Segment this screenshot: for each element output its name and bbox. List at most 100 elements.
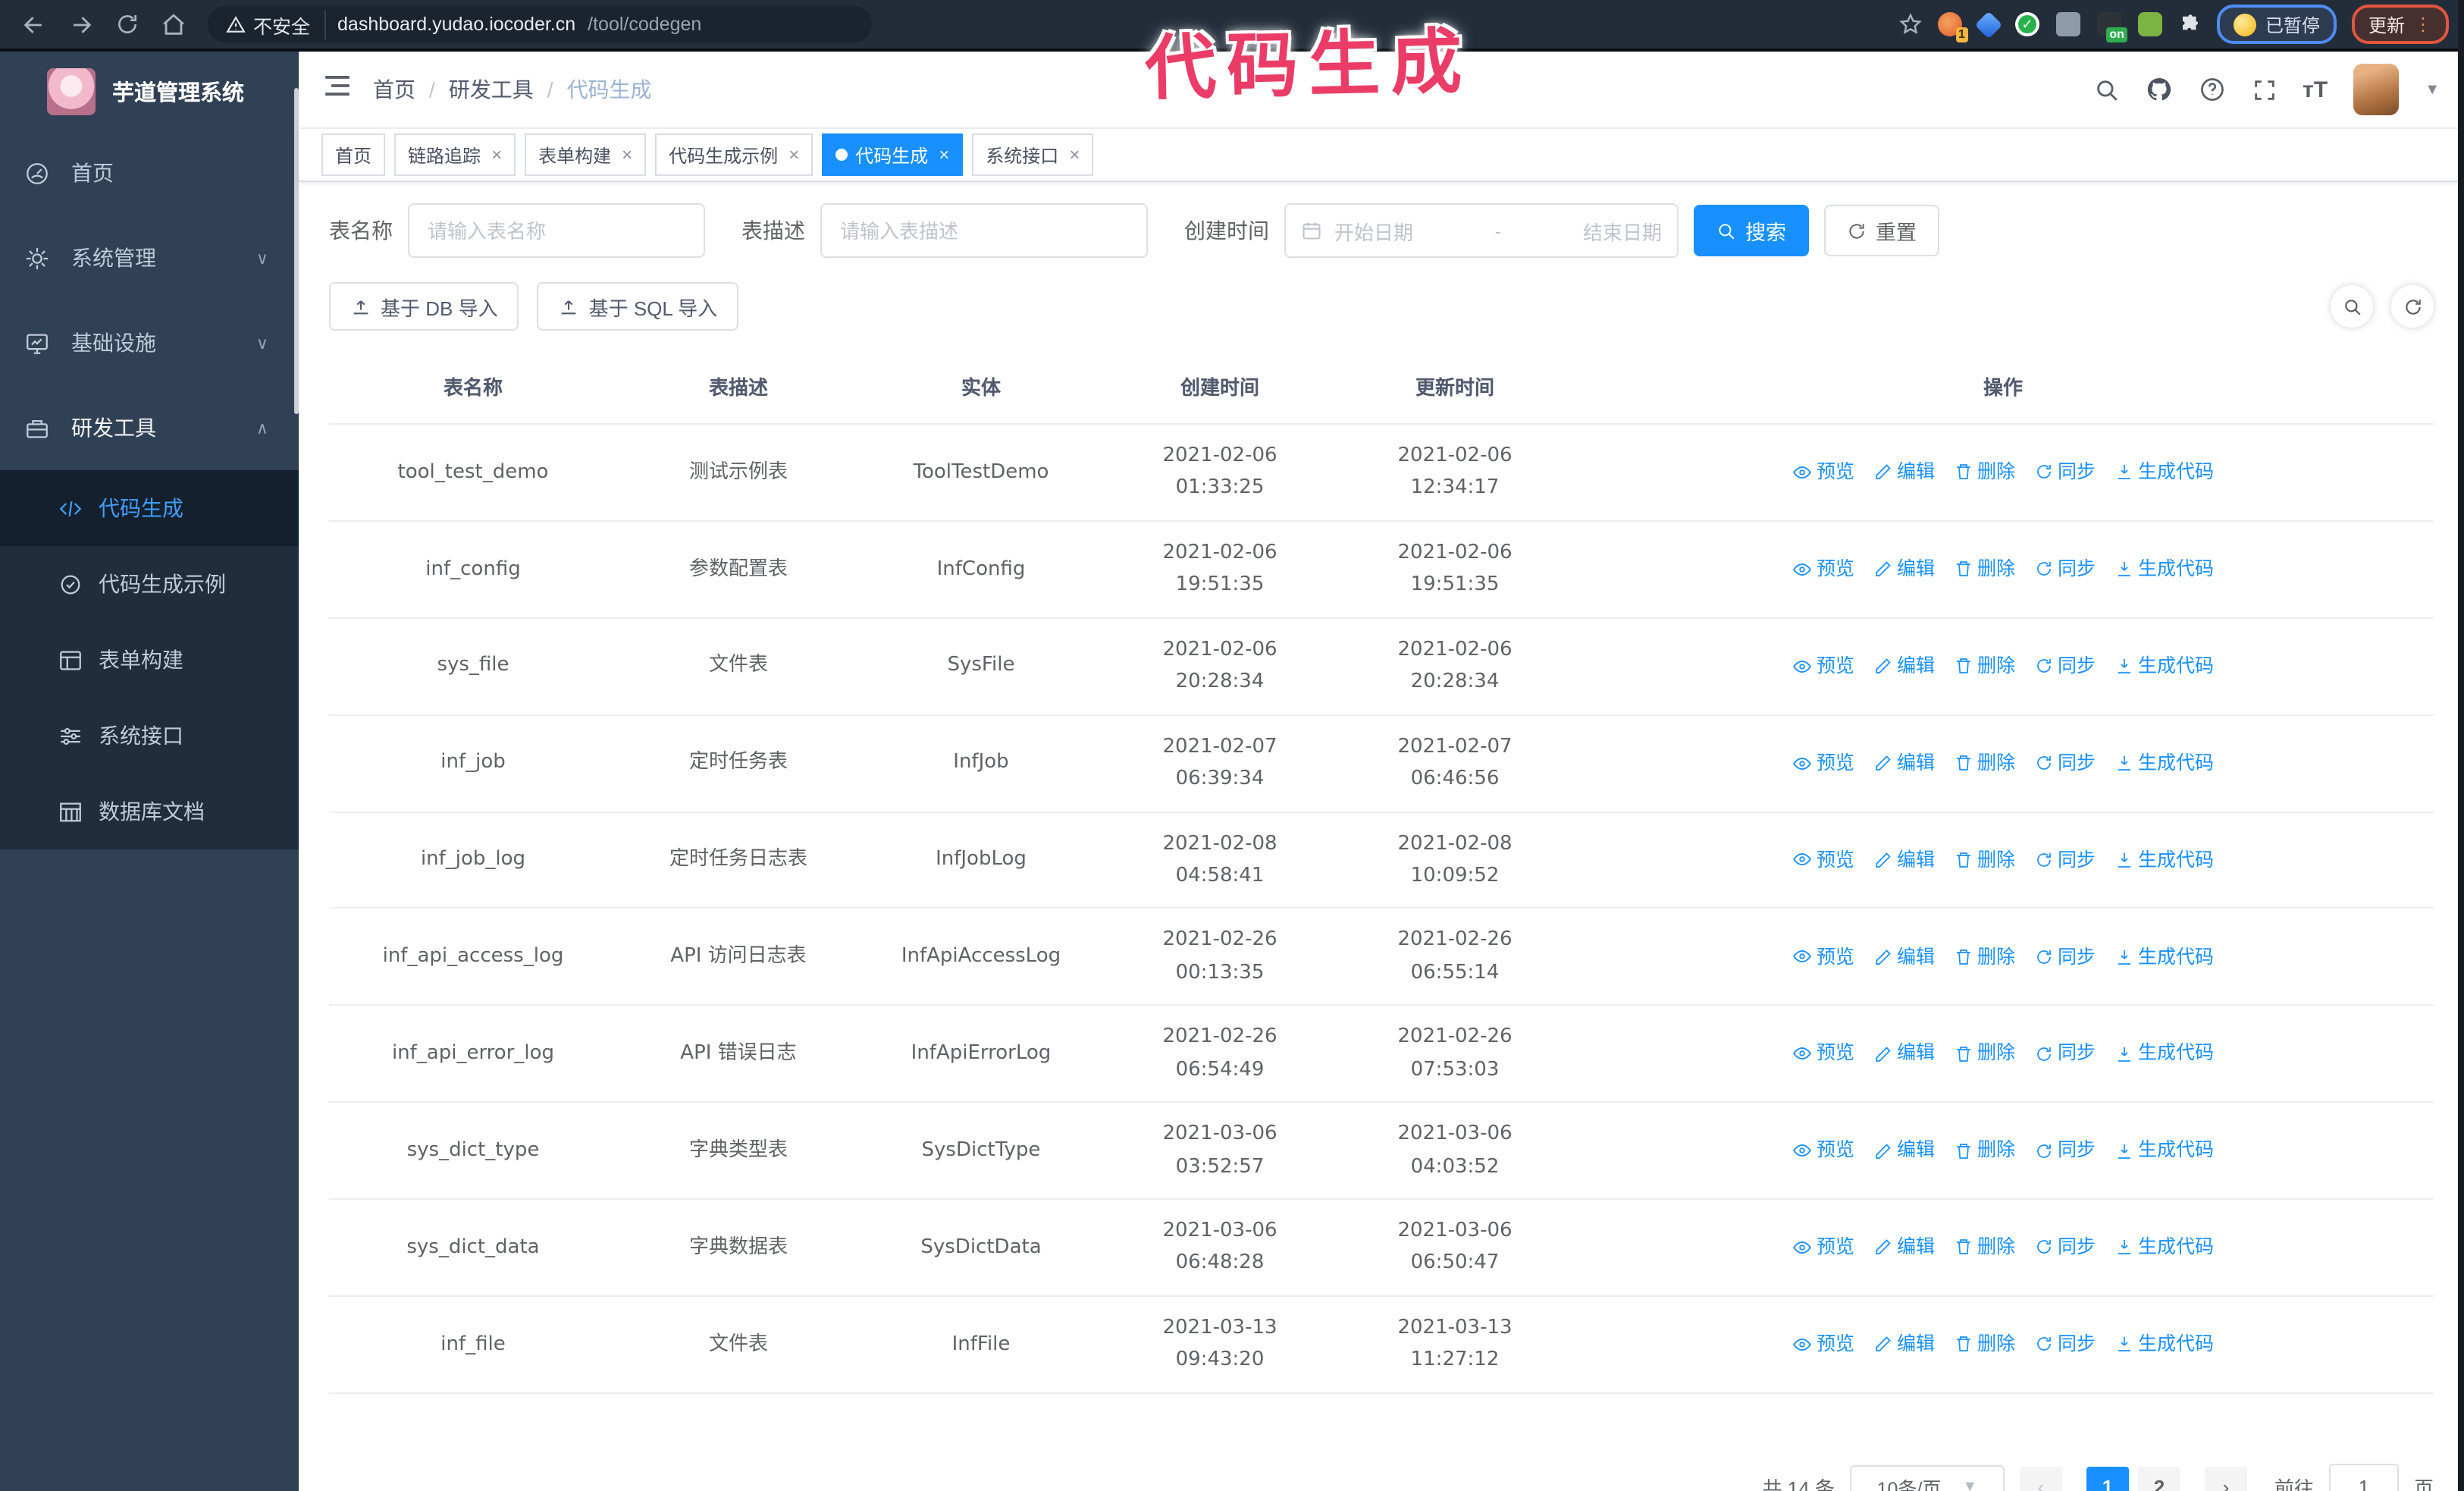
reset-button[interactable]: 重置 xyxy=(1824,205,1939,256)
avatar[interactable] xyxy=(2353,64,2400,115)
sync-link[interactable]: 同步 xyxy=(2035,554,2096,585)
page-size-select[interactable]: 10条/页 ▼ xyxy=(1849,1464,2005,1491)
preview-link[interactable]: 预览 xyxy=(1792,1038,1854,1069)
edit-link[interactable]: 编辑 xyxy=(1874,651,1935,682)
extension-icon-1[interactable]: 1 xyxy=(1937,12,1968,42)
tag-tab[interactable]: 代码生成 × xyxy=(822,133,964,176)
preview-link[interactable]: 预览 xyxy=(1792,748,1854,779)
tag-tab[interactable]: 系统接口 × xyxy=(972,133,1094,176)
home-icon[interactable] xyxy=(161,11,187,37)
delete-link[interactable]: 删除 xyxy=(1955,1038,2015,1069)
db-import-button[interactable]: 基于 DB 导入 xyxy=(329,282,519,331)
sync-link[interactable]: 同步 xyxy=(2035,651,2096,682)
edit-link[interactable]: 编辑 xyxy=(1874,1232,1935,1263)
edit-link[interactable]: 编辑 xyxy=(1874,457,1935,488)
close-icon[interactable]: × xyxy=(939,144,949,165)
user-caret-icon[interactable]: ▼ xyxy=(2425,81,2440,98)
delete-link[interactable]: 删除 xyxy=(1955,457,2015,488)
date-range-input[interactable]: 开始日期 - 结束日期 xyxy=(1284,203,1679,258)
sync-link[interactable]: 同步 xyxy=(2035,941,2096,972)
preview-link[interactable]: 预览 xyxy=(1792,457,1854,488)
edit-link[interactable]: 编辑 xyxy=(1874,1135,1935,1166)
app-logo-row[interactable]: 芋道管理系统 xyxy=(0,52,299,130)
sync-link[interactable]: 同步 xyxy=(2035,457,2096,488)
sidebar-item-form-builder[interactable]: 表单构建 xyxy=(0,622,299,698)
tag-tab[interactable]: 链路追踪 × xyxy=(394,133,516,176)
close-icon[interactable]: × xyxy=(491,144,502,165)
sync-link[interactable]: 同步 xyxy=(2035,844,2096,875)
extension-icon-5[interactable]: on xyxy=(2096,12,2127,42)
edit-link[interactable]: 编辑 xyxy=(1874,1038,1935,1069)
sync-link[interactable]: 同步 xyxy=(2035,1329,2096,1360)
delete-link[interactable]: 删除 xyxy=(1955,748,2015,779)
sidebar-item-devtools[interactable]: 研发工具 ∧ xyxy=(0,385,299,470)
generate-link[interactable]: 生成代码 xyxy=(2115,941,2214,972)
close-icon[interactable]: × xyxy=(788,144,799,165)
forward-icon[interactable] xyxy=(68,11,94,37)
extensions-puzzle-icon[interactable] xyxy=(2179,13,2202,36)
tag-tab[interactable]: 首页 xyxy=(321,133,386,176)
edit-link[interactable]: 编辑 xyxy=(1874,941,1935,972)
header-search-icon[interactable] xyxy=(2093,77,2119,102)
sidebar-item-codegen-demo[interactable]: 代码生成示例 xyxy=(0,546,299,622)
table-desc-input[interactable] xyxy=(820,203,1148,258)
sync-link[interactable]: 同步 xyxy=(2035,1038,2096,1069)
generate-link[interactable]: 生成代码 xyxy=(2115,554,2214,585)
browser-update-button[interactable]: 更新 ⋮ xyxy=(2351,5,2449,44)
sql-import-button[interactable]: 基于 SQL 导入 xyxy=(537,282,739,331)
generate-link[interactable]: 生成代码 xyxy=(2115,1135,2214,1166)
close-icon[interactable]: × xyxy=(622,144,632,165)
sidebar-item-home[interactable]: 首页 xyxy=(0,130,299,215)
preview-link[interactable]: 预览 xyxy=(1792,651,1854,682)
edit-link[interactable]: 编辑 xyxy=(1874,554,1935,585)
search-button[interactable]: 搜索 xyxy=(1694,205,1809,256)
fullscreen-icon[interactable] xyxy=(2251,77,2277,102)
sidebar-item-infra[interactable]: 基础设施 ∨ xyxy=(0,300,299,385)
breadcrumb-item[interactable]: 首页 xyxy=(373,74,415,105)
toggle-search-button[interactable] xyxy=(2331,285,2373,328)
sync-link[interactable]: 同步 xyxy=(2035,748,2096,779)
preview-link[interactable]: 预览 xyxy=(1792,941,1854,972)
address-bar[interactable]: 不安全 dashboard.yudao.iocoder.cn/tool/code… xyxy=(208,6,872,42)
next-page-button[interactable]: › xyxy=(2204,1466,2247,1491)
edit-link[interactable]: 编辑 xyxy=(1874,844,1935,875)
sidebar-item-system[interactable]: 系统管理 ∨ xyxy=(0,215,299,300)
generate-link[interactable]: 生成代码 xyxy=(2115,748,2214,779)
delete-link[interactable]: 删除 xyxy=(1955,1135,2015,1166)
extension-icon-6[interactable] xyxy=(2137,12,2162,36)
font-size-icon[interactable]: ᴛT xyxy=(2303,77,2328,102)
delete-link[interactable]: 删除 xyxy=(1955,844,2015,875)
sidebar-item-codegen[interactable]: 代码生成 xyxy=(0,470,299,546)
browser-menu-icon[interactable]: ⋮ xyxy=(2414,15,2432,33)
generate-link[interactable]: 生成代码 xyxy=(2115,1329,2214,1360)
preview-link[interactable]: 预览 xyxy=(1792,844,1854,875)
preview-link[interactable]: 预览 xyxy=(1792,1329,1854,1360)
goto-page-input[interactable] xyxy=(2328,1463,2399,1491)
close-icon[interactable]: × xyxy=(1069,144,1080,165)
tag-tab[interactable]: 代码生成示例 × xyxy=(655,133,813,176)
sidebar-item-db-doc[interactable]: 数据库文档 xyxy=(0,774,299,849)
extension-icon-4[interactable] xyxy=(2055,12,2080,36)
sync-link[interactable]: 同步 xyxy=(2035,1135,2096,1166)
hamburger-icon[interactable] xyxy=(323,73,352,106)
page-button[interactable]: 2 xyxy=(2137,1466,2180,1491)
back-icon[interactable] xyxy=(21,11,47,37)
preview-link[interactable]: 预览 xyxy=(1792,554,1854,585)
edit-link[interactable]: 编辑 xyxy=(1874,748,1935,779)
preview-link[interactable]: 预览 xyxy=(1792,1135,1854,1166)
tag-tab[interactable]: 表单构建 × xyxy=(525,133,647,176)
extension-icon-3[interactable]: ✓ xyxy=(2014,12,2039,36)
profile-paused-pill[interactable]: 已暂停 xyxy=(2216,5,2337,44)
github-icon[interactable] xyxy=(2145,76,2172,103)
prev-page-button[interactable]: ‹ xyxy=(2019,1466,2062,1491)
reload-icon[interactable] xyxy=(115,12,140,36)
delete-link[interactable]: 删除 xyxy=(1955,1329,2015,1360)
refresh-table-button[interactable] xyxy=(2391,285,2434,328)
breadcrumb-item[interactable]: 研发工具 xyxy=(449,74,534,105)
extension-icon-2[interactable] xyxy=(1974,10,2003,39)
generate-link[interactable]: 生成代码 xyxy=(2115,844,2214,875)
preview-link[interactable]: 预览 xyxy=(1792,1232,1854,1263)
sync-link[interactable]: 同步 xyxy=(2035,1232,2096,1263)
edit-link[interactable]: 编辑 xyxy=(1874,1329,1935,1360)
delete-link[interactable]: 删除 xyxy=(1955,1232,2015,1263)
